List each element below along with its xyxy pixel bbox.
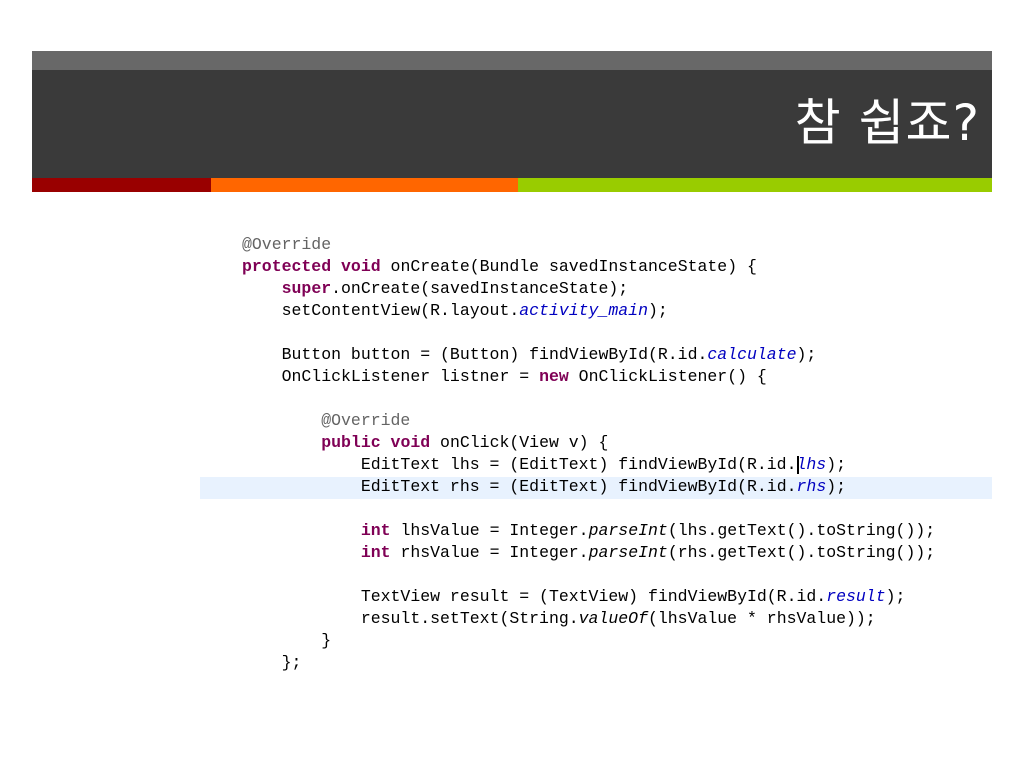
code-keyword: int xyxy=(360,521,391,540)
code-field: calculate xyxy=(707,345,797,364)
accent-bar-red xyxy=(32,178,211,192)
code-line: Button button = (Button) findViewById(R.… xyxy=(242,344,935,366)
code-token: ); xyxy=(826,477,847,496)
code-token: parseInt xyxy=(588,543,668,562)
code-line: @Override xyxy=(242,234,935,256)
code-line: protected void onCreate(Bundle savedInst… xyxy=(242,256,935,278)
code-token: onClick(View v) { xyxy=(430,433,609,452)
code-token: } xyxy=(242,631,332,650)
header-top-strip xyxy=(32,51,992,70)
code-token: OnClickListener listner = xyxy=(242,367,540,386)
code-token: Button button = (Button) findViewById(R.… xyxy=(242,345,708,364)
code-line: OnClickListener listner = new OnClickLis… xyxy=(242,366,935,388)
code-token: parseInt xyxy=(588,521,668,540)
code-block: @Override protected void onCreate(Bundle … xyxy=(242,234,935,674)
code-annotation: @Override xyxy=(321,411,411,430)
code-token: (rhs.getText().toString()); xyxy=(667,543,936,562)
code-line: @Override xyxy=(242,410,935,432)
code-token: rhsValue = Integer. xyxy=(390,543,589,562)
code-token: ); xyxy=(796,345,817,364)
slide-title: 참 쉽죠? xyxy=(794,94,980,152)
code-token: TextView result = (TextView) findViewByI… xyxy=(242,587,827,606)
code-line: } xyxy=(242,630,935,652)
code-token: (R.id. xyxy=(737,477,797,496)
code-keyword: new xyxy=(539,367,569,386)
code-field: lhs xyxy=(796,455,827,474)
code-token: OnClickListener() { xyxy=(568,367,767,386)
code-line: TextView result = (TextView) findViewByI… xyxy=(242,586,935,608)
code-token: ); xyxy=(826,455,847,474)
code-token: ); xyxy=(647,301,668,320)
code-token: lhsValue = Integer. xyxy=(390,521,589,540)
code-token: setContentView(R.layout. xyxy=(242,301,520,320)
code-token: }; xyxy=(242,653,302,672)
code-keyword: void xyxy=(390,433,431,452)
code-field: rhs xyxy=(796,477,827,496)
code-keyword: super xyxy=(281,279,332,298)
code-keyword: protected xyxy=(242,257,332,276)
code-token: result.setText(String. xyxy=(242,609,579,628)
code-token: ); xyxy=(885,587,906,606)
code-keyword: void xyxy=(341,257,381,276)
accent-bar-orange xyxy=(211,178,518,192)
code-keyword: int xyxy=(360,543,391,562)
code-line: result.setText(String.valueOf(lhsValue *… xyxy=(242,608,935,630)
code-line: }; xyxy=(242,652,935,674)
code-line: int lhsValue = Integer.parseInt(lhs.getT… xyxy=(242,520,935,542)
code-field: result xyxy=(826,587,886,606)
code-line: super.onCreate(savedInstanceState); xyxy=(242,278,935,300)
code-token: EditText lhs = (EditText) findViewById(R… xyxy=(242,455,797,474)
code-token: valueOf xyxy=(578,609,648,628)
code-token: (lhsValue * rhsValue)); xyxy=(647,609,876,628)
code-keyword: public xyxy=(321,433,381,452)
code-line: EditText lhs = (EditText) findViewById(R… xyxy=(242,454,935,476)
code-token: EditText rhs = (EditText) findViewById xyxy=(242,477,738,496)
title-bar: 참 쉽죠? xyxy=(32,70,992,178)
code-field: activity_main xyxy=(519,301,648,320)
code-annotation: @Override xyxy=(242,235,332,254)
accent-bar-green xyxy=(518,178,992,192)
code-token: onCreate(Bundle savedInstanceState) { xyxy=(380,257,757,276)
code-line: setContentView(R.layout.activity_main); xyxy=(242,300,935,322)
code-line: int rhsValue = Integer.parseInt(rhs.getT… xyxy=(242,542,935,564)
code-token: .onCreate(savedInstanceState); xyxy=(331,279,629,298)
code-line: EditText rhs = (EditText) findViewById(R… xyxy=(242,476,935,498)
code-line: public void onClick(View v) { xyxy=(242,432,935,454)
code-token: (lhs.getText().toString()); xyxy=(667,521,936,540)
